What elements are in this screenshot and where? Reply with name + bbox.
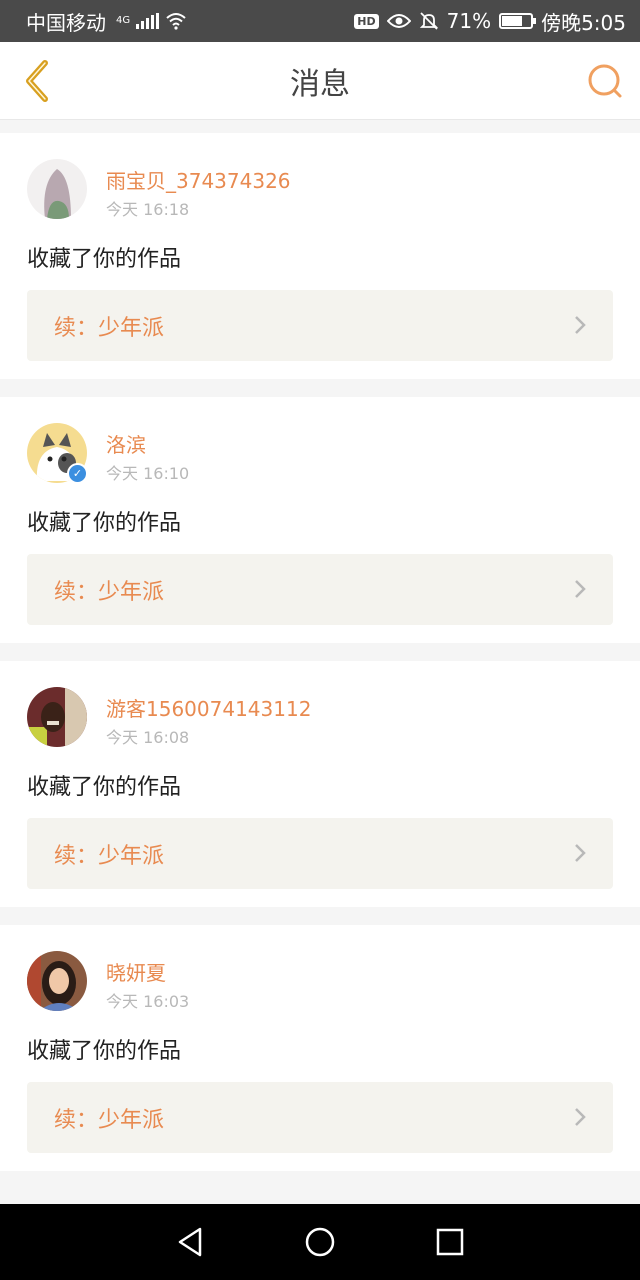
message-card: 雨宝贝_374374326 今天 16:18 收藏了你的作品 续：少年派: [0, 133, 640, 379]
action-text: 收藏了你的作品: [27, 775, 182, 800]
work-link[interactable]: 续：少年派: [27, 554, 613, 625]
system-navigation-bar: [0, 1204, 640, 1280]
avatar[interactable]: [27, 951, 87, 1011]
eye-icon: [386, 14, 411, 28]
chevron-right-icon: [575, 316, 586, 334]
timestamp: 今天 16:03: [106, 992, 190, 1011]
hd-icon: HD: [354, 13, 379, 29]
nav-home-icon: [305, 1227, 335, 1257]
verified-icon: ✓: [67, 463, 88, 484]
signal-icon: [136, 13, 160, 29]
battery-icon: [499, 13, 537, 29]
work-title: 续：少年派: [54, 843, 165, 869]
timestamp: 今天 16:08: [106, 728, 190, 747]
carrier-label: 中国移动: [26, 10, 106, 35]
action-text: 收藏了你的作品: [27, 247, 182, 272]
work-title: 续：少年派: [54, 579, 165, 605]
work-title: 续：少年派: [54, 315, 165, 341]
timestamp: 今天 16:18: [106, 200, 190, 219]
search-icon: [588, 64, 622, 98]
work-link[interactable]: 续：少年派: [27, 1082, 613, 1153]
username[interactable]: 游客1560074143112: [106, 693, 311, 722]
wifi-icon: [166, 13, 186, 30]
work-title: 续：少年派: [54, 1107, 165, 1133]
avatar[interactable]: [27, 687, 87, 747]
mute-bell-icon: [419, 12, 438, 30]
work-link[interactable]: 续：少年派: [27, 290, 613, 361]
network-type-icon: 4G: [116, 15, 131, 26]
back-button[interactable]: [14, 56, 58, 106]
message-list: 雨宝贝_374374326 今天 16:18 收藏了你的作品 续：少年派 ✓ 洛…: [0, 133, 640, 1189]
app-header: 消息: [0, 42, 640, 120]
message-card: 晓妍夏 今天 16:03 收藏了你的作品 续：少年派: [0, 925, 640, 1171]
username[interactable]: 洛滨: [106, 429, 146, 458]
clock: 傍晚5:05: [541, 10, 626, 35]
action-text: 收藏了你的作品: [27, 511, 182, 536]
nav-recents-icon: [436, 1228, 464, 1256]
nav-back-icon: [178, 1227, 202, 1257]
avatar[interactable]: [27, 159, 87, 219]
battery-percent: 71%: [446, 9, 492, 33]
action-text: 收藏了你的作品: [27, 1039, 182, 1064]
chevron-right-icon: [575, 580, 586, 598]
status-bar: 中国移动 4G HD 71% 傍晚5:05: [0, 0, 640, 42]
chevron-right-icon: [575, 1108, 586, 1126]
back-arrow-icon: [26, 60, 48, 102]
username[interactable]: 晓妍夏: [106, 957, 166, 986]
nav-home-button[interactable]: [300, 1222, 340, 1262]
username[interactable]: 雨宝贝_374374326: [106, 165, 291, 194]
page-title: 消息: [290, 66, 350, 102]
nav-back-button[interactable]: [170, 1222, 210, 1262]
timestamp: 今天 16:10: [106, 464, 190, 483]
message-card: ✓ 洛滨 今天 16:10 收藏了你的作品 续：少年派: [0, 397, 640, 643]
search-button[interactable]: [586, 62, 626, 102]
chevron-right-icon: [575, 844, 586, 862]
message-card: 游客1560074143112 今天 16:08 收藏了你的作品 续：少年派: [0, 661, 640, 907]
nav-recents-button[interactable]: [430, 1222, 470, 1262]
work-link[interactable]: 续：少年派: [27, 818, 613, 889]
